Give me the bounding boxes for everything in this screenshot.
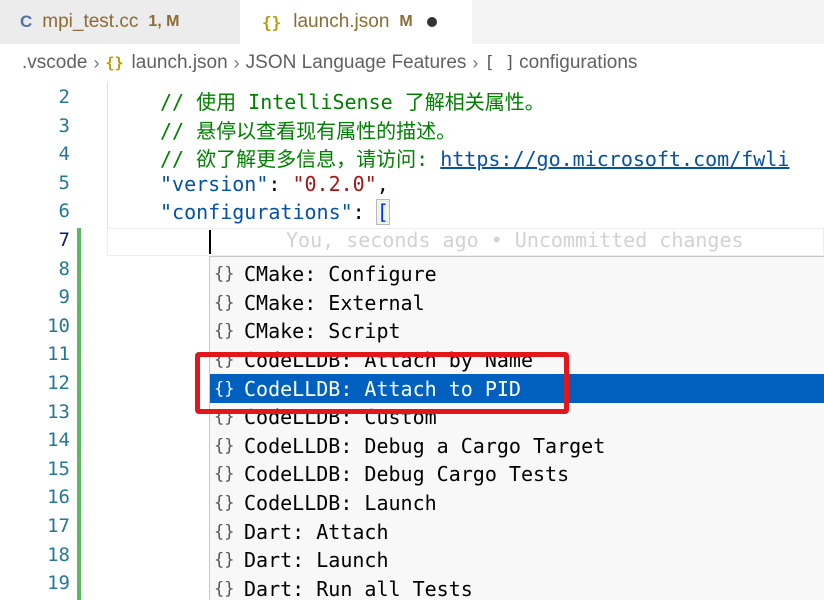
suggestion-item[interactable]: {} CMake: Script xyxy=(210,317,824,346)
json-key: "version" xyxy=(160,171,269,196)
code-line-comment: // 悬停以查看现有属性的描述。 xyxy=(160,115,456,144)
suggestion-item[interactable]: {} Dart: Run all Tests xyxy=(210,575,824,600)
tab-bar: C mpi_test.cc 1, M {} launch.json M xyxy=(0,0,824,44)
comment-marker: // xyxy=(160,147,197,172)
breadcrumb-section[interactable]: JSON Language Features xyxy=(246,52,467,74)
json-string-value: "0.2.0" xyxy=(292,171,377,196)
suggestion-label: CMake: Configure xyxy=(244,262,437,287)
snippet-icon: {} xyxy=(214,321,235,342)
breadcrumb-symbol[interactable]: configurations xyxy=(519,52,637,74)
suggestion-item[interactable]: {} Dart: Launch xyxy=(210,546,824,575)
indent-guide xyxy=(107,82,108,228)
line-number: 11 xyxy=(47,343,70,366)
comment-text: 悬停以查看现有属性的描述。 xyxy=(196,118,457,143)
line-number: 9 xyxy=(58,286,70,309)
comment-link[interactable]: https://go.microsoft.com/fwli xyxy=(440,147,789,171)
suggestion-widget[interactable]: {} CMake: Configure {} CMake: External {} C… xyxy=(209,256,824,600)
line-number: 2 xyxy=(58,86,70,108)
annotation-highlight-box xyxy=(195,352,569,414)
tab-launch-json[interactable]: {} launch.json M xyxy=(240,0,472,44)
suggestion-label: Dart: Run all Tests xyxy=(244,576,473,600)
suggestion-item[interactable]: {} CodeLLDB: Debug a Cargo Target xyxy=(210,432,824,461)
line-number: 15 xyxy=(47,457,70,480)
line-number: 10 xyxy=(47,314,70,337)
snippet-icon: {} xyxy=(214,578,235,599)
line-number: 17 xyxy=(47,515,70,537)
suggestion-item[interactable]: {} CMake: Configure xyxy=(210,260,824,289)
code-line-configurations: "configurations": [ xyxy=(160,199,390,226)
unsaved-dot-icon[interactable] xyxy=(426,17,437,27)
snippet-icon: {} xyxy=(214,464,235,485)
breadcrumb: .vscode › {} launch.json › JSON Language… xyxy=(0,44,824,82)
comment-text: 欲了解更多信息，请访问: xyxy=(196,147,441,172)
snippet-icon: {} xyxy=(214,264,235,285)
line-number: 7 xyxy=(58,229,70,251)
line-number: 12 xyxy=(47,372,70,394)
line-number: 4 xyxy=(58,143,70,166)
json-file-icon: {} xyxy=(262,12,282,32)
json-colon: : xyxy=(268,171,293,196)
suggestion-item[interactable]: {} Dart: Attach xyxy=(210,517,824,546)
cpp-file-icon: C xyxy=(20,12,33,31)
suggestion-item[interactable]: {} CMake: External xyxy=(210,289,824,318)
snippet-icon: {} xyxy=(214,493,235,514)
suggestion-label: CMake: External xyxy=(244,290,425,315)
comment-marker: // xyxy=(160,118,197,143)
suggestion-item[interactable]: {} CodeLLDB: Launch xyxy=(210,489,824,518)
line-number: 6 xyxy=(58,200,70,223)
chevron-right-icon: › xyxy=(93,52,100,73)
suggestion-label: Dart: Attach xyxy=(244,519,389,544)
line-number: 19 xyxy=(47,572,70,595)
breadcrumb-file[interactable]: launch.json xyxy=(132,52,228,74)
tab-label: launch.json xyxy=(293,11,390,32)
breadcrumb-folder[interactable]: .vscode xyxy=(22,52,87,74)
code-line-comment: // 欲了解更多信息，请访问: https://go.microsoft.com… xyxy=(160,143,789,172)
tab-status-badge: M xyxy=(399,13,413,30)
git-blame-annotation: You, seconds ago • Uncommitted changes xyxy=(286,228,744,252)
snippet-icon: {} xyxy=(214,435,235,456)
suggestion-label: CodeLLDB: Debug Cargo Tests xyxy=(244,462,570,487)
suggestion-label: CodeLLDB: Launch xyxy=(244,491,437,516)
suggestion-label: CodeLLDB: Debug a Cargo Target xyxy=(244,433,606,458)
line-number: 5 xyxy=(58,171,70,194)
comment-marker: // xyxy=(160,90,197,114)
line-number: 14 xyxy=(47,429,70,452)
line-number: 8 xyxy=(58,257,70,280)
suggestion-label: CMake: Script xyxy=(244,319,401,344)
snippet-icon: {} xyxy=(214,550,235,571)
tab-mpi-test-cc[interactable]: C mpi_test.cc 1, M xyxy=(0,0,240,44)
code-line-version: "version": "0.2.0", xyxy=(160,172,389,196)
line-number: 16 xyxy=(47,486,70,509)
chevron-right-icon: › xyxy=(233,52,240,73)
snippet-icon: {} xyxy=(214,292,235,313)
snippet-icon: {} xyxy=(214,521,235,542)
json-file-icon: {} xyxy=(105,54,124,72)
json-comma: , xyxy=(376,171,389,196)
line-number: 13 xyxy=(47,400,70,423)
code-line-comment: // 使用 IntelliSense 了解相关属性。 xyxy=(160,86,545,115)
chevron-right-icon: › xyxy=(472,52,479,73)
tab-status-badge: 1, M xyxy=(148,13,180,30)
json-colon: : xyxy=(352,200,377,225)
git-added-decoration[interactable] xyxy=(77,228,81,600)
matching-bracket: [ xyxy=(375,199,390,226)
json-key: "configurations" xyxy=(160,200,353,225)
line-number: 3 xyxy=(58,114,70,137)
array-symbol-icon: [ ] xyxy=(484,53,516,73)
line-number: 18 xyxy=(47,543,70,566)
tab-label: mpi_test.cc xyxy=(42,11,139,32)
text-cursor xyxy=(209,230,211,254)
suggestion-item[interactable]: {} CodeLLDB: Debug Cargo Tests xyxy=(210,460,824,489)
suggestion-label: Dart: Launch xyxy=(244,548,389,573)
comment-text: 使用 IntelliSense 了解相关属性。 xyxy=(196,90,545,114)
